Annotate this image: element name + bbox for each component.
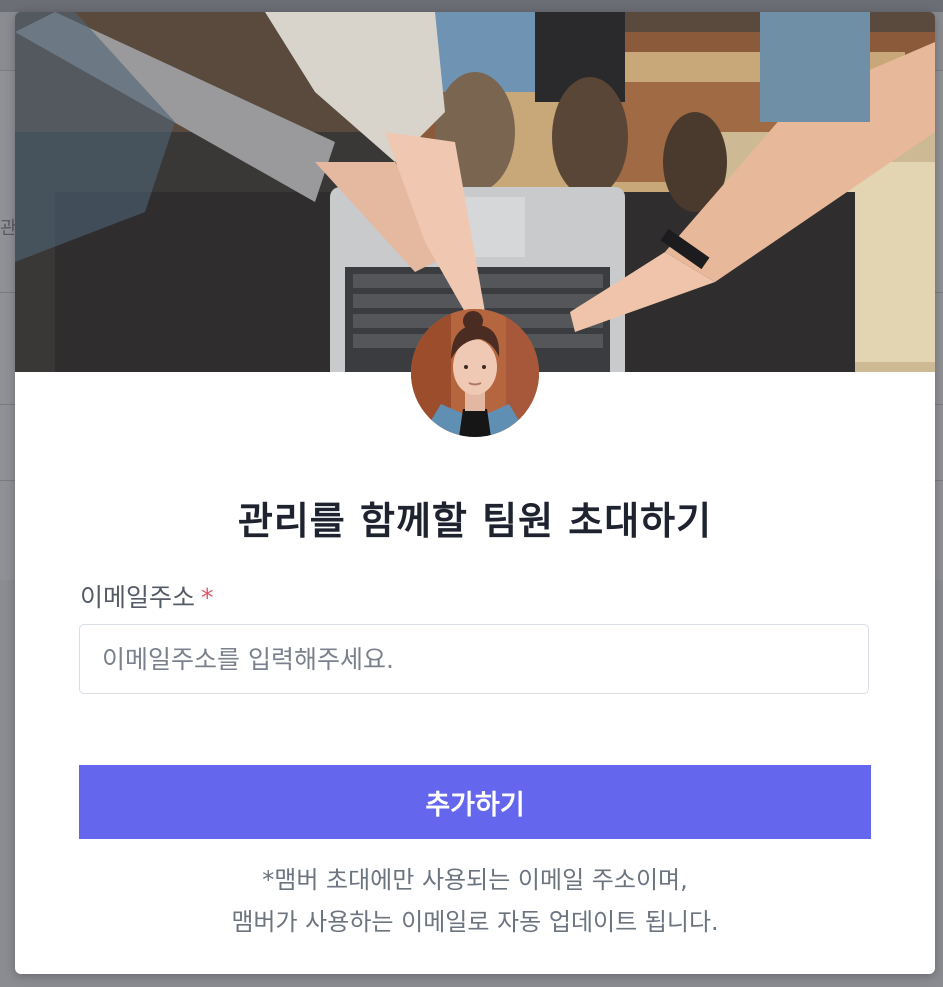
email-field-label: 이메일주소 * — [80, 578, 214, 614]
background-topbar — [0, 0, 943, 12]
email-usage-note-line2: 맴버가 사용하는 이메일로 자동 업데이트 됩니다. — [231, 908, 719, 936]
user-avatar-photo — [411, 309, 539, 437]
email-input[interactable] — [79, 624, 869, 694]
email-label-text: 이메일주소 — [80, 583, 196, 612]
modal-title: 관리를 함께할 팀원 초대하기 — [237, 499, 713, 543]
invite-member-modal: 관리를 함께할 팀원 초대하기 이메일주소* 추가하기 *맴버 초대에만 사용되… — [15, 12, 935, 974]
required-mark: * — [201, 583, 214, 612]
email-usage-note-line1: *맴버 초대에만 사용되는 이메일 주소이며, — [262, 866, 688, 894]
add-member-button[interactable]: 추가하기 — [79, 765, 871, 839]
